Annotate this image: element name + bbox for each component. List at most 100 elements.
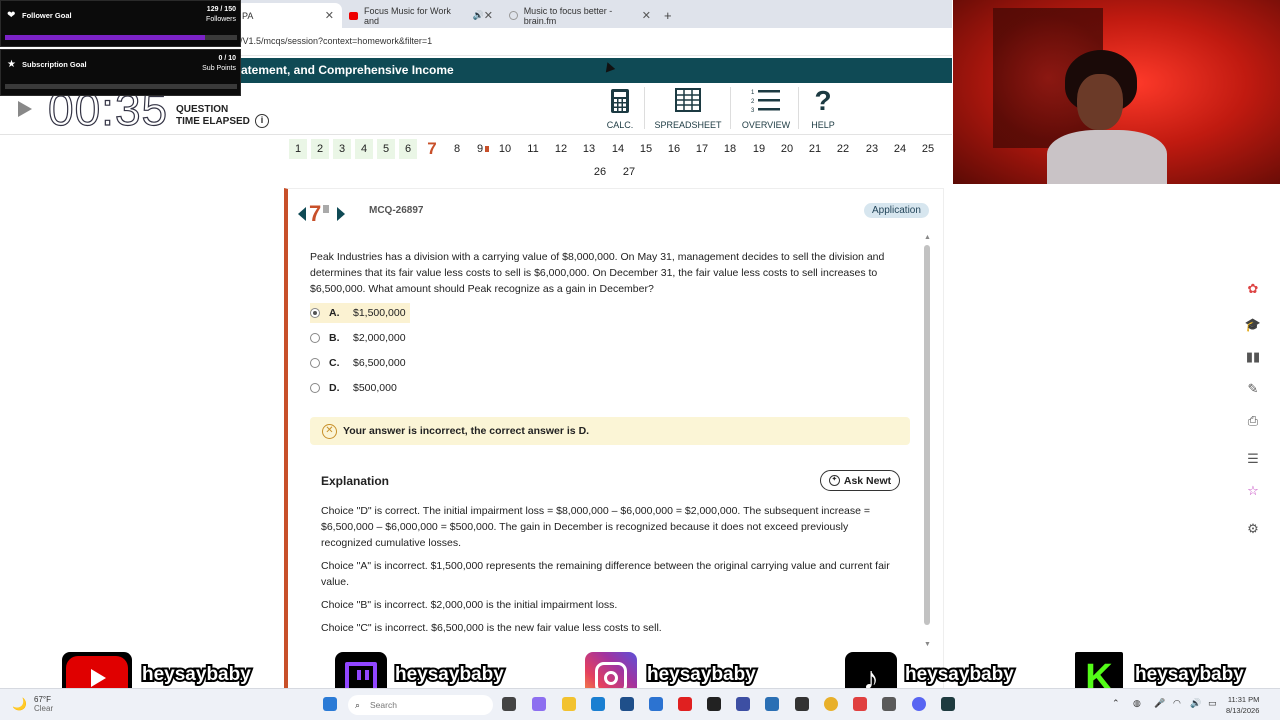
bookmark-icon[interactable] [323, 205, 330, 213]
url-text[interactable]: /V1.5/mcqs/session?context=homework&filt… [240, 36, 432, 46]
qnav-item[interactable]: 15 [636, 139, 656, 159]
mic-icon[interactable]: 🎤 [1154, 698, 1165, 709]
qnav-item[interactable]: 27 [619, 162, 639, 182]
app-icon[interactable] [620, 697, 634, 711]
qnav-item[interactable]: 6 [399, 139, 417, 159]
calculator-icon [611, 89, 629, 113]
play-icon[interactable] [18, 101, 32, 117]
qnav-item[interactable]: 20 [777, 139, 797, 159]
close-icon[interactable]: ✕ [484, 9, 493, 22]
tab-brainfm[interactable]: Music to focus better - brain.fm ✕ [505, 3, 655, 28]
app-icon[interactable] [736, 697, 750, 711]
qnav-item[interactable]: 3 [333, 139, 351, 159]
gear-icon[interactable]: ⚙ [1244, 520, 1262, 538]
youtube-app-icon[interactable] [678, 697, 692, 711]
next-question-icon[interactable] [337, 207, 346, 221]
qnav-item[interactable]: 16 [664, 139, 684, 159]
webcam-feed [953, 0, 1280, 184]
edit-icon[interactable]: ✎ [1244, 380, 1262, 398]
qnav-item[interactable]: 18 [720, 139, 740, 159]
qnav-item[interactable]: 23 [862, 139, 882, 159]
speaker-icon[interactable]: 🔊 [473, 10, 484, 21]
radio-button[interactable] [310, 308, 320, 318]
page-title: atement, and Comprehensive Income [241, 63, 454, 77]
app-icon[interactable] [941, 697, 955, 711]
tab-active[interactable]: PA ✕ [236, 3, 342, 28]
app-icon[interactable] [853, 697, 867, 711]
qnav-item[interactable]: 12 [551, 139, 571, 159]
wifi-icon[interactable]: ◠ [1173, 698, 1181, 709]
qnav-item[interactable]: 14 [608, 139, 628, 159]
star-icon[interactable]: ☆ [1244, 482, 1262, 500]
epic-games-icon[interactable] [795, 697, 809, 711]
calculator-button[interactable]: CALC. [601, 86, 639, 132]
ask-newt-button[interactable]: ✦ Ask Newt [820, 470, 900, 491]
spreadsheet-button[interactable]: SPREADSHEET [650, 86, 726, 132]
app-icon[interactable] [765, 697, 779, 711]
network-icon[interactable]: ◍ [1133, 698, 1141, 709]
qnav-item[interactable]: 5 [377, 139, 395, 159]
social-handle: heysaybaby [645, 662, 758, 687]
qnav-item[interactable]: 4 [355, 139, 373, 159]
new-tab-button[interactable]: + [664, 3, 678, 28]
qnav-item-current[interactable]: 7 [423, 139, 441, 159]
outlook-icon[interactable] [649, 697, 663, 711]
choice-c[interactable]: C. $6,500,000 [310, 353, 630, 373]
task-view-icon[interactable] [502, 697, 516, 711]
social-handle: heysaybaby [903, 662, 1016, 687]
taskbar-search[interactable]: ⌕ Search [348, 695, 493, 715]
reader-icon[interactable]: ☰ [1244, 450, 1262, 468]
app-icon[interactable] [882, 697, 896, 711]
qnav-item[interactable]: 8 [448, 139, 466, 159]
qnav-item[interactable]: 10 [495, 139, 515, 159]
help-button[interactable]: ? HELP [806, 86, 840, 132]
goal-progress-fill [5, 35, 205, 40]
edge-icon[interactable] [591, 697, 605, 711]
qnav-item[interactable]: 25 [918, 139, 938, 159]
qnav-item[interactable]: 26 [590, 162, 610, 182]
copilot-icon[interactable]: ✿ [1244, 280, 1262, 298]
overview-button[interactable]: 1 2 3 OVERVIEW [738, 86, 794, 132]
scrollbar[interactable] [924, 245, 930, 625]
qnav-item[interactable]: 21 [805, 139, 825, 159]
qnav-item[interactable]: 1 [289, 139, 307, 159]
close-icon[interactable]: ✕ [642, 9, 651, 22]
choice-b[interactable]: B. $2,000,000 [310, 328, 630, 348]
tab-focus-music[interactable]: Focus Music for Work and 🔊 ✕ [345, 3, 497, 28]
difficulty-badge: Application [864, 203, 929, 218]
qnav-item[interactable]: 17 [692, 139, 712, 159]
taskbar: 🌙 67°F Clear ⌕ Search ⌃ ◍ 🎤 ◠ 🔊 ▭ 11:31 … [0, 688, 1280, 720]
volume-icon[interactable]: 🔊 [1190, 698, 1201, 709]
windows-start-icon[interactable] [323, 697, 337, 711]
chevron-up-icon[interactable]: ⌃ [1112, 698, 1120, 709]
choice-d[interactable]: D. $500,000 [310, 378, 630, 398]
radio-button[interactable] [310, 333, 320, 343]
prev-question-icon[interactable] [298, 207, 306, 221]
qnav-item[interactable]: 19 [749, 139, 769, 159]
radio-button[interactable] [310, 383, 320, 393]
chrome-icon[interactable] [824, 697, 838, 711]
file-explorer-icon[interactable] [562, 697, 576, 711]
bar-chart-icon[interactable]: ▮▮ [1244, 348, 1262, 366]
info-icon[interactable]: i [255, 114, 269, 128]
battery-icon[interactable]: ▭ [1208, 698, 1217, 709]
qnav-item[interactable]: 11 [523, 139, 543, 159]
qnav-item[interactable]: 24 [890, 139, 910, 159]
choice-a[interactable]: A. $1,500,000 [310, 303, 410, 323]
clock-time: 11:31 PM [1227, 695, 1260, 704]
qnav-item[interactable]: 13 [579, 139, 599, 159]
print-icon[interactable]: ⎙ [1244, 412, 1262, 430]
weather-widget[interactable]: 67°F Clear [34, 695, 53, 713]
scroll-up-icon[interactable]: ▲ [924, 234, 931, 241]
copilot-app-icon[interactable] [532, 697, 546, 711]
goal-name: Subscription Goal [22, 60, 87, 69]
obs-icon[interactable] [707, 697, 721, 711]
qnav-item[interactable]: 22 [833, 139, 853, 159]
graduation-cap-icon[interactable]: 🎓 [1244, 316, 1262, 334]
qnav-item[interactable]: 2 [311, 139, 329, 159]
radio-button[interactable] [310, 358, 320, 368]
scroll-down-icon[interactable]: ▼ [924, 641, 931, 648]
close-icon[interactable]: ✕ [325, 9, 334, 22]
system-clock[interactable]: 11:31 PM 8/13/2026 [1226, 694, 1259, 716]
discord-icon[interactable] [912, 697, 926, 711]
